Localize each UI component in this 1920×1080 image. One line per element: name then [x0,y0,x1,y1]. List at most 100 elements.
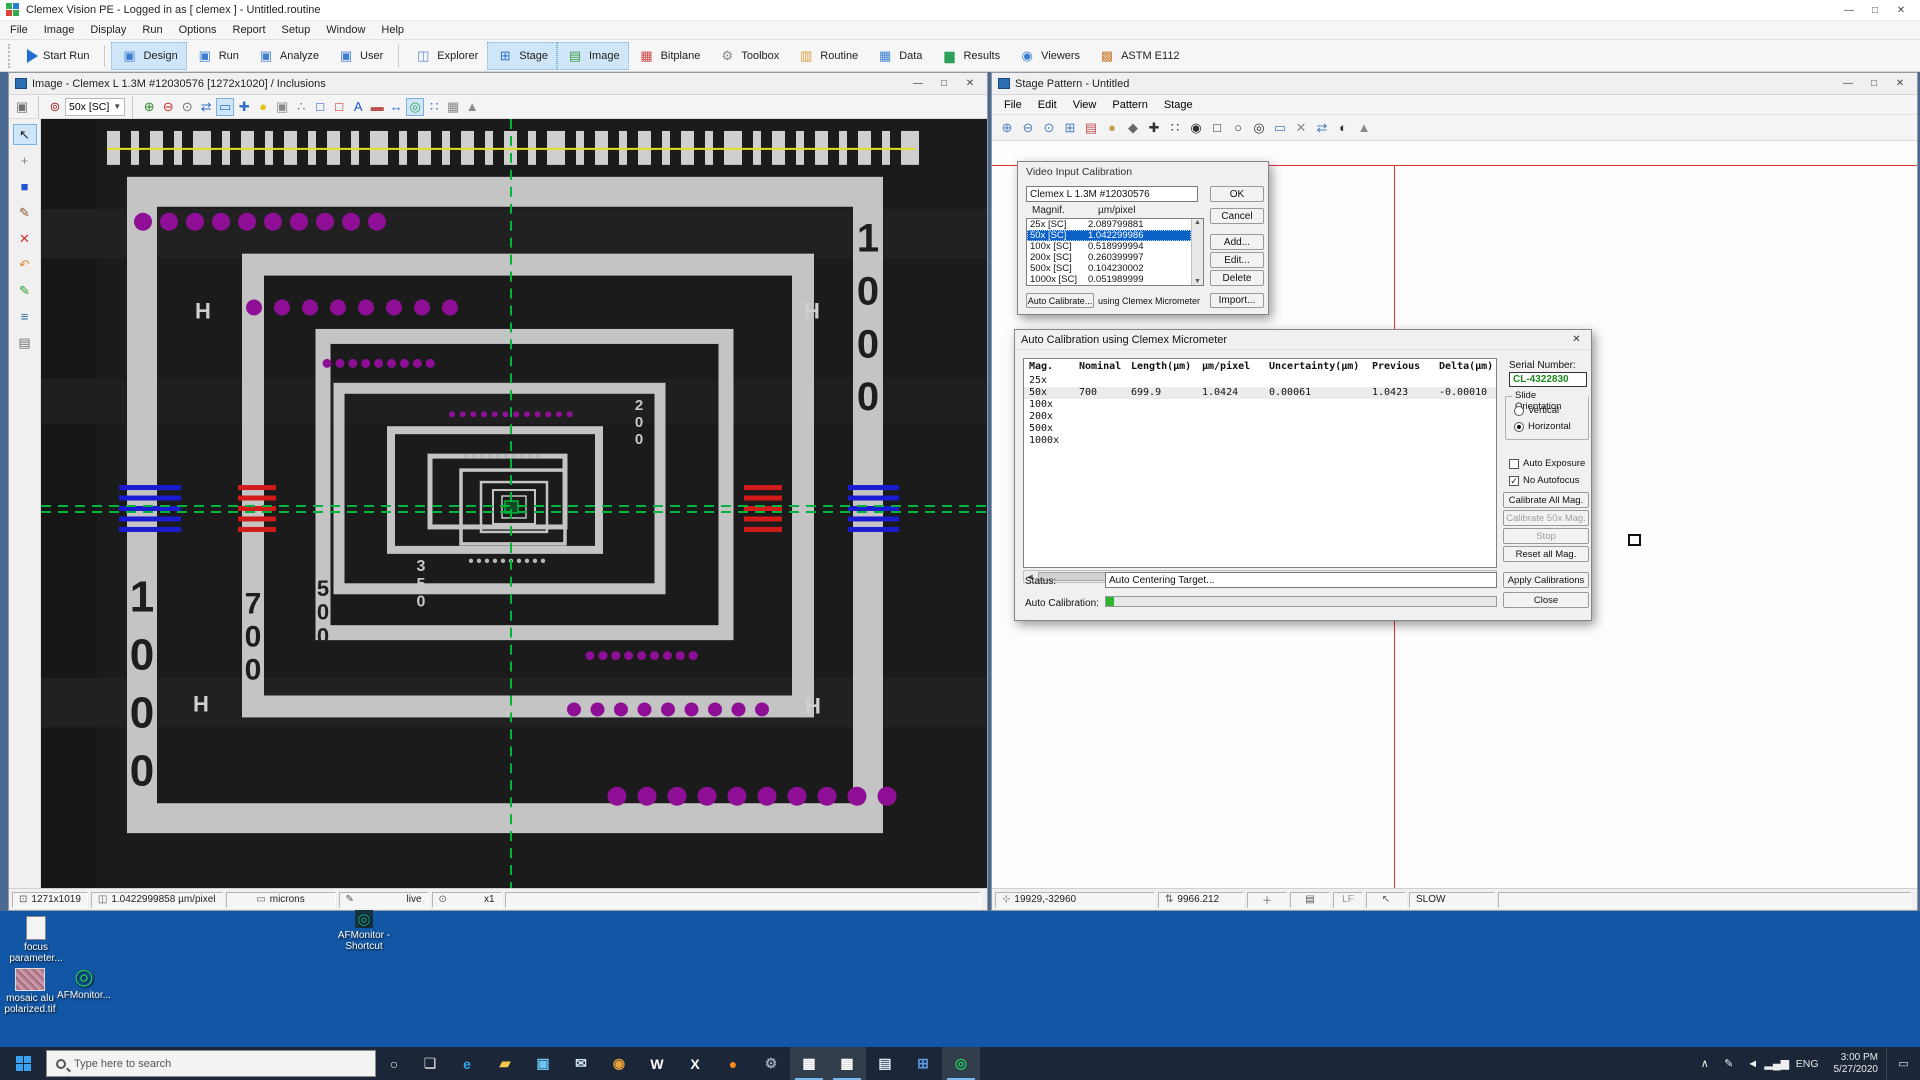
task-view-button[interactable]: ❏ [412,1047,448,1080]
calibrate-all-mag-button[interactable]: Calibrate All Mag. [1503,492,1589,508]
calibration-table-row[interactable]: 100x [1024,399,1496,411]
stage-up-icon[interactable]: ▲ [463,98,481,116]
scan-icon[interactable]: ◐ [1334,119,1352,137]
auto-calibrate-button[interactable]: Auto Calibrate... [1026,293,1094,308]
fit-image-icon[interactable]: ⇄ [197,98,215,116]
image-minimize-button[interactable]: — [905,75,931,92]
red-frame-icon[interactable]: □ [330,98,348,116]
toolbar-button-run[interactable]: ▣ Run [187,42,248,70]
calibration-checkbox[interactable]: No Autofocus [1509,475,1585,486]
start-button[interactable] [0,1047,46,1080]
grid-circles-icon[interactable]: ▦ [444,98,462,116]
text-annotation-icon[interactable]: A [349,98,367,116]
pattern-pages-icon[interactable]: ▤ [1082,119,1100,137]
reset-all-mag-button[interactable]: Reset all Mag. [1503,546,1589,562]
menu-item[interactable]: Image [36,22,83,38]
tray-language[interactable]: ENG [1789,1058,1826,1070]
toolbar-button-explorer[interactable]: ◫ Explorer [405,42,487,70]
magnification-select[interactable]: 50x [SC] ▼ [65,98,125,116]
ruler-icon[interactable]: ▬ [368,98,386,116]
probe-icon[interactable]: ◆ [1124,119,1142,137]
apply-calibrations-button[interactable]: Apply Calibrations [1503,572,1589,588]
toolbar-button-data[interactable]: ▦ Data [867,42,931,70]
menu-item[interactable]: Display [82,22,134,38]
desktop-icon-afmonitor[interactable]: ◎ AFMonitor... [48,966,120,1001]
grid-pattern-icon[interactable]: ∷ [1166,119,1184,137]
circle-pattern-icon[interactable]: ◉ [1187,119,1205,137]
multi-pattern-icon[interactable]: ∷ [425,98,443,116]
list-scrollbar[interactable]: ▲▼ [1191,219,1203,285]
notification-center-icon[interactable]: ▭ [1886,1047,1920,1080]
start-run-button[interactable]: Start Run [18,44,98,68]
view-circles-icon[interactable]: ∴ [292,98,310,116]
menu-item[interactable]: Stage [1156,97,1201,113]
menu-item[interactable]: File [996,97,1030,113]
magnification-row[interactable]: 500x [SC] 0.104230002 [1027,263,1191,274]
toolbar-button-design[interactable]: ▣ Design [111,42,186,70]
menu-item[interactable]: Help [373,22,412,38]
frame-tool-icon[interactable]: ▭ [1271,119,1289,137]
taskbar-app-file-explorer[interactable]: ▰ [486,1047,524,1080]
pattern-icon[interactable]: ✚ [235,98,253,116]
taskbar-app-chrome[interactable]: ◉ [600,1047,638,1080]
taskbar-app-store[interactable]: ▣ [524,1047,562,1080]
magnification-row[interactable]: 100x [SC] 0.518999994 [1027,241,1191,252]
taskbar-app-clemex-red[interactable]: ▦ [828,1047,866,1080]
taskbar-search[interactable]: Type here to search [46,1050,376,1077]
magnification-list[interactable]: 25x [SC] 2.089799881 50x [SC] 1.04229998… [1026,218,1204,286]
toolbar-button-results[interactable]: ▆ Results [931,42,1009,70]
menu-item[interactable]: View [1065,97,1105,113]
brush-tool-icon[interactable]: ✎ [13,202,37,223]
taskbar-app-settings[interactable]: ⚙ [752,1047,790,1080]
stage-minimize-button[interactable]: — [1835,75,1861,92]
image-close-button[interactable]: ✕ [957,75,983,92]
close-icon[interactable]: ✕ [1568,332,1585,347]
target-tool-icon[interactable]: ◎ [1250,119,1268,137]
ok-button[interactable]: OK [1210,186,1264,202]
stage-close-button[interactable]: ✕ [1887,75,1913,92]
zoom-fit-icon[interactable]: ⊞ [1061,119,1079,137]
tray-volume-icon[interactable]: ◄ [1741,1047,1765,1080]
menu-item[interactable]: Window [318,22,373,38]
menu-item[interactable]: Edit [1030,97,1065,113]
toolbar-button-stage[interactable]: ⊞ Stage [487,42,557,70]
zoom-out-icon[interactable]: ⊖ [159,98,177,116]
menu-item[interactable]: Setup [274,22,319,38]
rectangle-tool-icon[interactable]: □ [1208,119,1226,137]
measure-icon[interactable]: ↔ [387,98,405,116]
import-button[interactable]: Import... [1210,293,1264,308]
menu-item[interactable]: File [2,22,36,38]
menu-item[interactable]: Options [171,22,225,38]
add-button[interactable]: Add... [1210,234,1264,250]
zoom-selection-icon[interactable]: ⊙ [1040,119,1058,137]
image-canvas[interactable]: 1000 700 500 350 [41,119,987,888]
stage-eject-icon[interactable]: ▲ [1355,119,1373,137]
pen-tool-icon[interactable]: ✎ [13,280,37,301]
orientation-radio[interactable]: Vertical [1514,405,1571,416]
toolbar-button-astm-e112[interactable]: ▩ ASTM E112 [1089,42,1189,70]
toolbar-button-bitplane[interactable]: ▦ Bitplane [629,42,710,70]
toolbar-button-viewers[interactable]: ◉ Viewers [1009,42,1089,70]
zoom-window-icon[interactable]: ⊙ [178,98,196,116]
image-maximize-button[interactable]: □ [931,75,957,92]
magnification-row[interactable]: 25x [SC] 2.089799881 [1027,219,1191,230]
menu-item[interactable]: Run [134,22,170,38]
stage-field-marker[interactable] [1628,534,1641,546]
camera-settings-icon[interactable]: ▣ [273,98,291,116]
taskbar-app-word[interactable]: W [638,1047,676,1080]
zoom-in-icon[interactable]: ⊕ [998,119,1016,137]
close-button[interactable]: ✕ [1888,2,1914,19]
magnification-row[interactable]: 200x [SC] 0.260399997 [1027,252,1191,263]
tray-pen-icon[interactable]: ✎ [1717,1047,1741,1080]
taskbar-app-grid[interactable]: ⊞ [904,1047,942,1080]
circle-tool-icon[interactable]: ○ [1229,119,1247,137]
taskbar-app-excel[interactable]: X [676,1047,714,1080]
dialog-titlebar[interactable]: Auto Calibration using Clemex Micrometer… [1015,330,1591,350]
select-rectangle-icon[interactable]: ▭ [216,98,234,116]
measure-lines-icon[interactable]: ≡ [13,306,37,327]
calibration-table-row[interactable]: 50x 700 699.9 1.0424 0.00061 1.0423 -0.0… [1024,387,1496,399]
desktop-icon-afmonitor-shortcut[interactable]: ◎ AFMonitor - Shortcut [328,910,400,952]
pointer-tool-icon[interactable]: ↖ [13,124,37,145]
orientation-radio[interactable]: Horizontal [1514,421,1571,432]
menu-item[interactable]: Report [225,22,274,38]
